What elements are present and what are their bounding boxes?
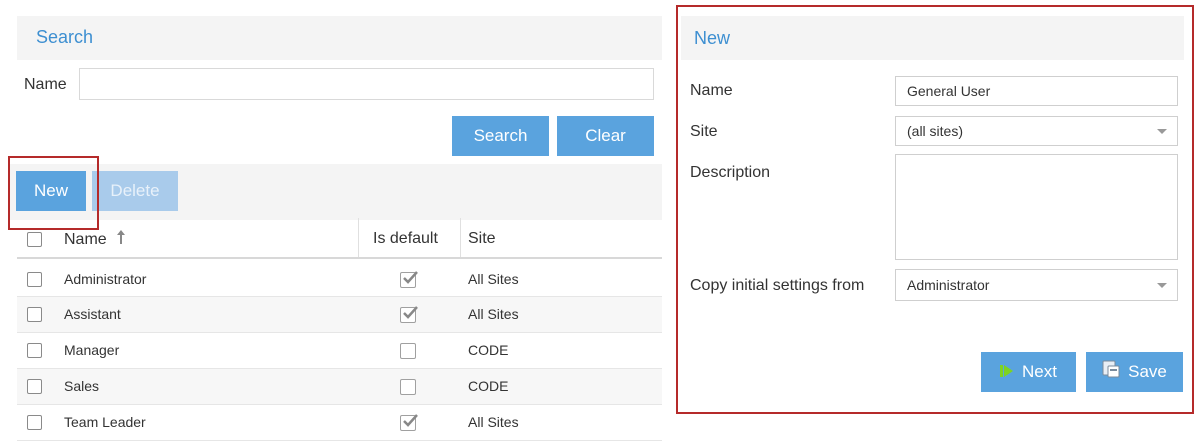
- search-panel-title: Search: [36, 27, 94, 47]
- site-cell: CODE: [468, 342, 509, 358]
- role-name-cell: Assistant: [64, 306, 121, 322]
- next-icon: [1000, 353, 1014, 393]
- next-button[interactable]: Next: [981, 352, 1076, 392]
- next-button-label: Next: [1022, 362, 1057, 381]
- role-name-label: Name: [690, 82, 733, 99]
- row-checkbox[interactable]: [27, 307, 42, 322]
- is-default-unchecked-icon: [400, 343, 416, 359]
- description-label: Description: [690, 164, 771, 181]
- new-button-highlight: [8, 156, 99, 230]
- role-name-cell: Manager: [64, 342, 120, 358]
- clear-button[interactable]: Clear: [557, 116, 654, 156]
- table-header-divider: [17, 257, 662, 259]
- search-button[interactable]: Search: [452, 116, 549, 156]
- site-cell: CODE: [468, 378, 509, 394]
- copy-settings-select[interactable]: Administrator: [895, 269, 1178, 301]
- search-name-input[interactable]: [79, 68, 654, 100]
- column-separator: [358, 218, 359, 258]
- is-default-checked-icon: [400, 414, 418, 431]
- name-column-label: Name: [64, 231, 107, 248]
- new-panel-title: New: [694, 28, 731, 48]
- row-checkbox[interactable]: [27, 379, 42, 394]
- save-button-label: Save: [1128, 362, 1167, 381]
- role-name-cell: Team Leader: [64, 414, 146, 430]
- role-name-input[interactable]: General User: [895, 76, 1178, 106]
- row-checkbox[interactable]: [27, 415, 42, 430]
- table-row[interactable]: [17, 369, 662, 405]
- copy-settings-value: Administrator: [907, 277, 990, 293]
- delete-button[interactable]: Delete: [92, 171, 178, 211]
- save-button[interactable]: Save: [1086, 352, 1183, 392]
- select-all-checkbox[interactable]: [27, 232, 42, 247]
- row-checkbox[interactable]: [27, 272, 42, 287]
- chevron-down-icon: [1157, 129, 1167, 134]
- is-default-checked-icon: [400, 271, 418, 288]
- is-default-checked-icon: [400, 306, 418, 323]
- new-panel-header: [681, 16, 1184, 60]
- site-select-value: (all sites): [907, 123, 964, 139]
- site-select[interactable]: (all sites): [895, 116, 1178, 146]
- chevron-down-icon: [1157, 283, 1167, 288]
- site-column-header[interactable]: Site: [468, 230, 496, 248]
- sort-ascending-icon: [117, 230, 126, 249]
- site-cell: All Sites: [468, 271, 519, 287]
- site-cell: All Sites: [468, 414, 519, 430]
- save-icon: [1102, 353, 1120, 393]
- column-separator: [460, 218, 461, 258]
- copy-settings-label: Copy initial settings from: [690, 277, 865, 294]
- row-checkbox[interactable]: [27, 343, 42, 358]
- role-name-cell: Sales: [64, 378, 100, 394]
- site-cell: All Sites: [468, 306, 519, 322]
- site-label: Site: [690, 123, 718, 140]
- role-name-cell: Administrator: [64, 271, 147, 287]
- description-textarea[interactable]: [895, 154, 1178, 260]
- search-panel-header: [17, 16, 662, 60]
- name-column-header[interactable]: Name: [64, 230, 126, 249]
- is-default-column-header[interactable]: Is default: [373, 230, 438, 248]
- is-default-unchecked-icon: [400, 379, 416, 395]
- search-name-label: Name: [24, 76, 67, 93]
